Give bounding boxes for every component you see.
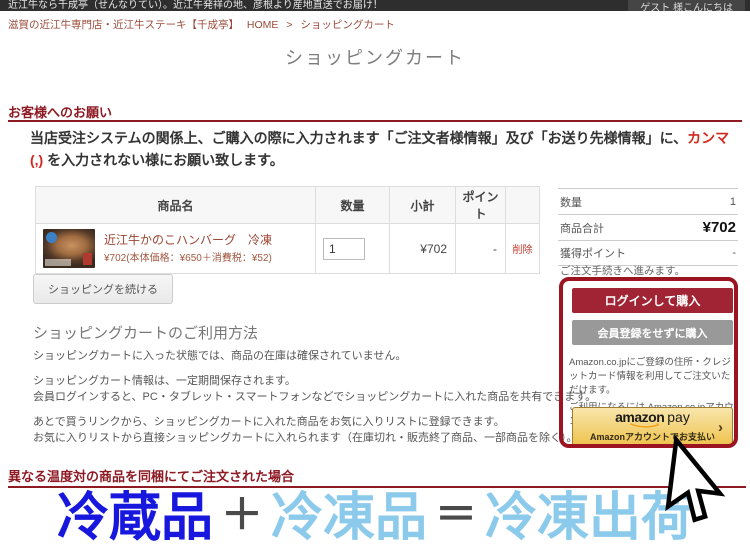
section-divider	[8, 120, 742, 122]
header-subtotal: 小計	[390, 187, 456, 224]
summary-total-row: 商品合計 ¥702	[558, 214, 738, 240]
summary-quantity-row: 数量 1	[558, 188, 738, 214]
frozen-item-text: 冷凍品	[271, 489, 427, 547]
product-thumbnail-image[interactable]	[43, 229, 95, 268]
header-quantity: 数量	[316, 187, 390, 224]
usage-line: ショッピングカートに入った状態では、商品の在庫は確保されていません。	[33, 348, 596, 365]
price-tag-icon	[83, 253, 92, 265]
amazon-smile-icon	[624, 423, 668, 429]
frozen-badge-icon	[46, 232, 57, 243]
usage-line: ショッピングカート情報は、一定期間保存されます。	[33, 373, 596, 390]
topbar: 近江牛なら千成亭（せんなりてい）。近江牛発祥の地、彦根より産地直送でお届け！ ゲ…	[0, 0, 750, 11]
customer-notice-body: 当店受注システムの関係上、ご購入の際に入力されます「ご注文者様情報」及び「お送り…	[30, 128, 734, 171]
header-product-name: 商品名	[36, 187, 316, 224]
product-name-link[interactable]: 近江牛かのこハンバーグ 冷凍	[104, 233, 272, 249]
usage-line: お気に入りリストから直接ショッピングカートに入れられます（在庫切れ・販売終了商品…	[33, 430, 596, 447]
customer-notice-heading: お客様へのお願い	[8, 102, 112, 121]
summary-points-value: -	[732, 247, 736, 259]
site-tagline: 近江牛なら千成亭（せんなりてい）。近江牛発祥の地、彦根より産地直送でお届け！	[8, 0, 383, 11]
section-divider	[8, 486, 746, 488]
product-price-note: ¥702(本体価格：¥650＋消費税：¥52)	[104, 249, 272, 264]
product-info: 近江牛かのこハンバーグ 冷凍 ¥702(本体価格：¥650＋消費税：¥52)	[104, 233, 272, 264]
cart-item-row: 近江牛かのこハンバーグ 冷凍 ¥702(本体価格：¥650＋消費税：¥52) ¥…	[36, 224, 540, 274]
item-points: -	[456, 224, 506, 274]
breadcrumb: 滋賀の近江牛専門店・近江牛ステーキ【千成亭】 HOME > ショッピングカート	[8, 17, 400, 32]
delete-item-link[interactable]: 削除	[513, 245, 533, 256]
header-points: ポイント	[456, 187, 506, 224]
pay-logo-text: pay	[667, 409, 690, 425]
continue-shopping-button[interactable]: ショッピングを続ける	[33, 274, 173, 304]
temperature-section-heading: 異なる温度対の商品を同梱にてご注文された場合	[8, 466, 294, 485]
usage-line: 会員ログインすると、PC・タブレット・スマートフォンなどでショッピングカートに入…	[33, 389, 596, 406]
amazon-pay-logo: amazonpay	[615, 410, 690, 424]
guest-greeting[interactable]: ゲスト 様こんにちは	[628, 0, 745, 11]
header-action	[506, 187, 540, 224]
product-cell: 近江牛かのこハンバーグ 冷凍 ¥702(本体価格：¥650＋消費税：¥52)	[37, 225, 314, 272]
equals-operator: ＝	[435, 491, 477, 538]
notice-text-before: 当店受注システムの関係上、ご購入の際に入力されます「ご注文者様情報」及び「お送り…	[30, 130, 687, 146]
cart-table-header-row: 商品名 数量 小計 ポイント	[36, 187, 540, 224]
mouse-cursor-icon	[659, 436, 732, 535]
notice-text-after: を入力されない様にお願い致します。	[43, 152, 284, 168]
guest-purchase-button[interactable]: 会員登録をせずに購入	[572, 320, 733, 345]
refrigerated-item-text: 冷蔵品	[57, 489, 213, 547]
breadcrumb-site-link[interactable]: 滋賀の近江牛専門店・近江牛ステーキ【千成亭】	[8, 19, 239, 31]
cart-usage-heading: ショッピングカートのご利用方法	[33, 322, 258, 343]
proceed-note: ご注文手続きへ進みます。	[560, 263, 685, 278]
order-summary: 数量 1 商品合計 ¥702 獲得ポイント -	[558, 188, 738, 266]
thumbnail-caption	[45, 259, 71, 266]
cart-table: 商品名 数量 小計 ポイント 近江牛かのこハンバーグ 冷凍 ¥702(本体価格：…	[35, 186, 540, 274]
summary-points-label: 獲得ポイント	[560, 245, 626, 261]
summary-total-label: 商品合計	[560, 220, 604, 236]
item-subtotal: ¥702	[390, 224, 456, 274]
breadcrumb-separator: >	[286, 19, 292, 31]
quantity-input[interactable]	[323, 238, 365, 260]
login-purchase-button[interactable]: ログインして購入	[572, 288, 733, 313]
breadcrumb-current: ショッピングカート	[300, 19, 395, 31]
chevron-right-icon: ›	[718, 419, 723, 436]
page-title: ショッピングカート	[0, 44, 750, 70]
summary-quantity-label: 数量	[560, 194, 582, 210]
usage-line: あとで買うリンクから、ショッピングカートに入れた商品をお気に入りリストに登録でき…	[33, 414, 596, 431]
cart-usage-text: ショッピングカートに入った状態では、商品の在庫は確保されていません。 ショッピン…	[33, 348, 596, 447]
plus-operator: ＋	[221, 491, 263, 538]
summary-quantity-value: 1	[730, 196, 736, 208]
breadcrumb-home-link[interactable]: HOME	[247, 19, 279, 31]
summary-total-value: ¥702	[703, 219, 736, 236]
